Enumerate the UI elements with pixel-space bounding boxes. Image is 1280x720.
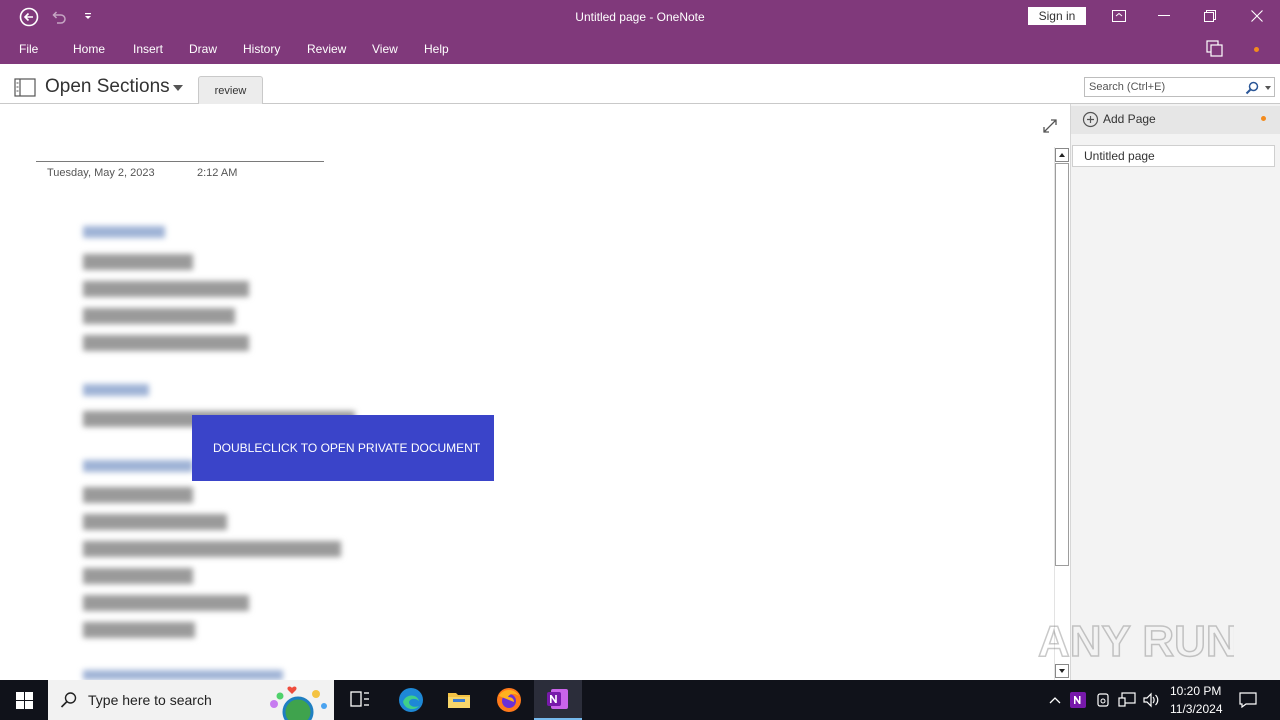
add-circle-icon[interactable] (1082, 111, 1099, 128)
clock-date[interactable]: 11/3/2024 (1170, 702, 1223, 716)
search-scope-dropdown-icon[interactable] (1265, 86, 1271, 90)
page-list-pane (1070, 104, 1280, 680)
firefox-icon (497, 688, 521, 712)
blurred-heading (83, 460, 193, 472)
watermark-text: ANY RUN (1038, 617, 1234, 666)
task-view-icon (350, 691, 369, 707)
notification-dot[interactable] (1254, 47, 1259, 52)
taskbar-search-input[interactable]: Type here to search (88, 692, 212, 708)
tab-insert[interactable]: Insert (133, 42, 163, 56)
blurred-heading (83, 226, 165, 238)
tab-history[interactable]: History (243, 42, 280, 56)
blurred-line (83, 568, 193, 584)
edge-icon (399, 688, 423, 712)
notebook-icon[interactable] (14, 78, 38, 98)
page-canvas[interactable] (0, 104, 1054, 680)
open-private-document-button[interactable]: DOUBLECLICK TO OPEN PRIVATE DOCUMENT (192, 415, 494, 481)
taskbar-onenote-button[interactable] (534, 680, 582, 720)
ribbon-tab-bar: File Home Insert Draw History Review Vie… (0, 34, 1280, 64)
blurred-line (83, 595, 249, 611)
tab-review[interactable]: Review (307, 42, 346, 56)
taskbar: Type here to search (0, 680, 1280, 720)
section-tab-review[interactable]: review (198, 76, 263, 104)
tray-network-button[interactable] (1117, 690, 1137, 710)
action-center-button[interactable] (1237, 690, 1259, 710)
volume-icon (1143, 692, 1159, 708)
chevron-down-icon[interactable] (173, 85, 183, 91)
tray-device-button[interactable] (1093, 690, 1113, 710)
blurred-line (83, 308, 235, 324)
close-icon (1251, 10, 1263, 22)
tab-home[interactable]: Home (73, 42, 105, 56)
notebook-navigation-bar: Open Sections review Search (Ctrl+E) (0, 64, 1280, 104)
taskbar-firefox-button[interactable] (485, 680, 533, 720)
taskbar-search-box[interactable]: Type here to search (48, 680, 334, 720)
back-icon[interactable] (19, 7, 39, 27)
add-page-label[interactable]: Add Page (1103, 112, 1156, 126)
blurred-line (83, 254, 193, 270)
task-view-button[interactable] (336, 680, 384, 720)
clock-time[interactable]: 10:20 PM (1170, 684, 1221, 698)
blurred-line (83, 281, 249, 297)
blurred-line (83, 514, 227, 530)
page-date: Tuesday, May 2, 2023 (47, 167, 155, 179)
arrow-up-icon (1059, 153, 1065, 157)
page-list-item[interactable]: Untitled page (1072, 145, 1275, 167)
search-box[interactable]: Search (Ctrl+E) (1084, 77, 1275, 97)
title-bar: Untitled page - OneNote Sign in (0, 0, 1280, 34)
taskbar-file-explorer-button[interactable] (435, 680, 483, 720)
full-page-view-icon[interactable] (1041, 117, 1059, 135)
start-button[interactable] (0, 680, 48, 720)
minimize-button[interactable] (1141, 0, 1187, 32)
show-hidden-icons-button[interactable] (1045, 690, 1065, 710)
restore-button[interactable] (1187, 0, 1233, 32)
notebook-dropdown[interactable]: Open Sections (45, 76, 170, 98)
anyrun-watermark-logo: ANY RUN (1038, 616, 1234, 667)
device-icon (1097, 693, 1109, 707)
restore-icon (1204, 10, 1216, 22)
open-private-document-label: DOUBLECLICK TO OPEN PRIVATE DOCUMENT (213, 441, 481, 455)
scroll-up-button[interactable] (1055, 148, 1069, 162)
tab-file[interactable]: File (19, 42, 38, 56)
taskbar-edge-button[interactable] (387, 680, 435, 720)
tab-draw[interactable]: Draw (189, 42, 217, 56)
windows-logo-icon (15, 691, 33, 709)
tab-help[interactable]: Help (424, 42, 449, 56)
onenote-icon (547, 689, 568, 709)
blurred-line (83, 622, 195, 638)
tray-volume-button[interactable] (1141, 690, 1161, 710)
blurred-heading (83, 384, 149, 396)
scrollbar-thumb[interactable] (1055, 163, 1069, 566)
page-title-underline[interactable] (36, 161, 324, 162)
tab-view[interactable]: View (372, 42, 398, 56)
ribbon-display-icon (1112, 10, 1126, 22)
blurred-line (83, 335, 249, 351)
customize-quick-access-icon[interactable] (82, 10, 94, 22)
blurred-heading (83, 670, 283, 680)
network-icon (1118, 692, 1136, 707)
search-input[interactable]: Search (Ctrl+E) (1089, 81, 1165, 93)
switch-window-icon[interactable] (1206, 40, 1224, 58)
ribbon-display-options-button[interactable] (1096, 0, 1142, 32)
undo-icon[interactable] (49, 8, 67, 26)
blurred-line (83, 487, 193, 503)
notification-icon (1239, 692, 1257, 708)
onenote-tray-icon (1070, 692, 1086, 708)
chevron-up-icon (1049, 697, 1061, 704)
minimize-icon (1158, 15, 1170, 16)
blurred-line (83, 541, 341, 557)
search-icon[interactable] (1245, 81, 1259, 95)
unread-dot (1261, 116, 1266, 121)
folder-icon (448, 693, 470, 708)
sign-in-button[interactable]: Sign in (1028, 7, 1086, 25)
tray-onenote-icon-button[interactable] (1068, 690, 1088, 710)
page-time: 2:12 AM (197, 167, 238, 179)
search-icon (60, 692, 77, 708)
search-highlight-icon[interactable] (260, 682, 332, 720)
close-button[interactable] (1234, 0, 1280, 32)
window-title: Untitled page - OneNote (575, 10, 705, 24)
